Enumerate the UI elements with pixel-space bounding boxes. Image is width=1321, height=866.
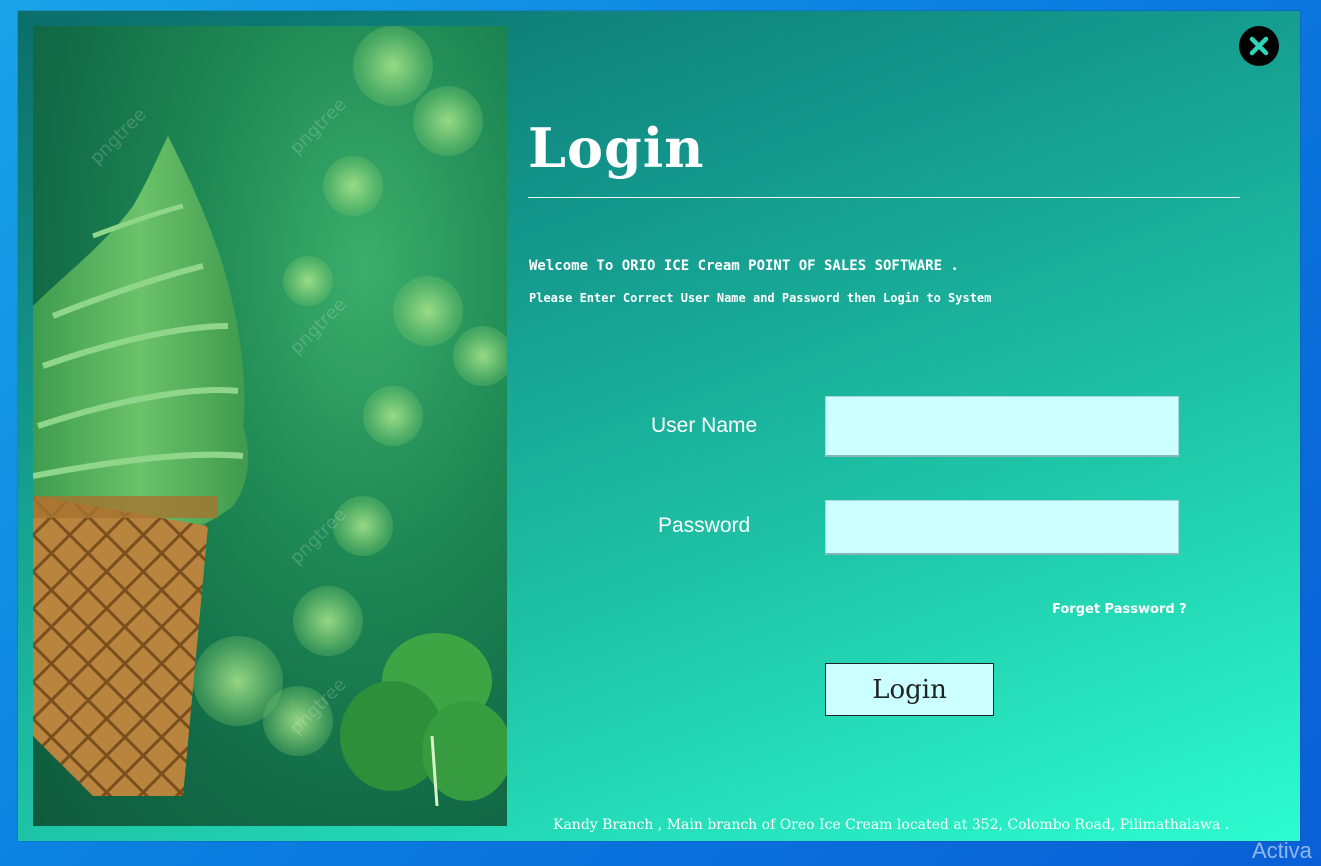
welcome-text: Welcome To ORIO ICE Cream POINT OF SALES… (529, 258, 959, 274)
username-label: User Name (651, 414, 758, 437)
branch-footer: Kandy Branch , Main branch of Oreo Ice C… (553, 817, 1230, 833)
instruction-text: Please Enter Correct User Name and Passw… (529, 291, 992, 305)
watermark: pngtree (285, 94, 351, 159)
clover-leaf (340, 633, 507, 806)
watermark: pngtree (285, 294, 351, 359)
page-title: Login (528, 116, 705, 180)
forgot-password-link[interactable]: Forget Password ? (1052, 602, 1187, 617)
desktop-background: pngtree pngtree pngtree pngtree pngtree … (0, 0, 1321, 866)
username-input[interactable] (825, 396, 1179, 457)
password-input[interactable] (825, 500, 1179, 555)
waffle-cone (33, 496, 218, 796)
ice-cream-image: pngtree pngtree pngtree pngtree pngtree (33, 26, 507, 826)
login-button[interactable]: Login (825, 663, 994, 716)
close-button[interactable] (1239, 26, 1279, 66)
login-window: pngtree pngtree pngtree pngtree pngtree … (18, 11, 1300, 841)
title-divider (528, 197, 1240, 198)
activation-watermark: Activa (1252, 838, 1312, 863)
password-label: Password (658, 514, 751, 537)
close-icon (1249, 36, 1269, 56)
